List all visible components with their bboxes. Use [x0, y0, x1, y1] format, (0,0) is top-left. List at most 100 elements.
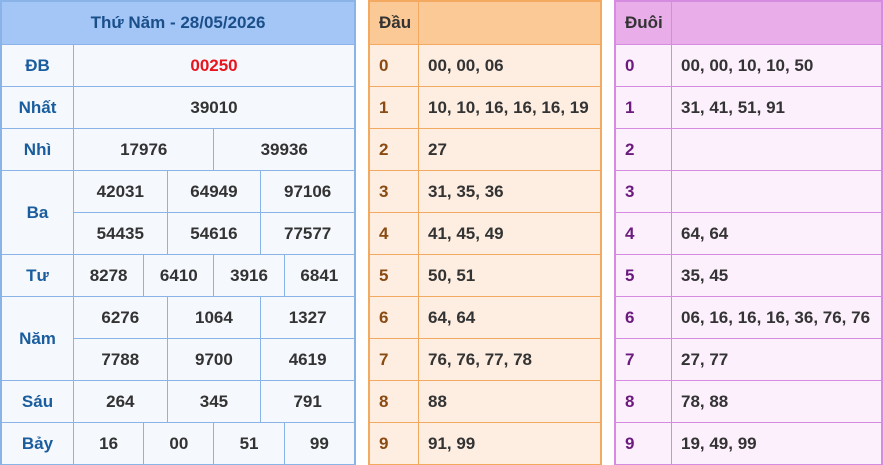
digit-cell: 1	[369, 86, 419, 129]
digit-cell: 9	[369, 422, 419, 465]
digit-cell: 2	[369, 128, 419, 171]
table-row: 2	[615, 128, 882, 171]
prize-label: Nhất	[1, 86, 74, 129]
table-row: 9 91, 99	[369, 422, 601, 465]
head-digit-table: Đầu 0 00, 00, 06 1 10, 10, 16, 16, 16, 19 …	[368, 0, 602, 465]
table-row: 7 76, 76, 77, 78	[369, 338, 601, 381]
prize-number: 3916	[213, 254, 285, 297]
table-row: 3	[615, 170, 882, 213]
prize-label: Năm	[1, 296, 74, 381]
numbers-cell: 50, 51	[418, 254, 601, 297]
table-row: 8 88	[369, 380, 601, 423]
digit-cell: 3	[369, 170, 419, 213]
results-title: Thứ Năm - 28/05/2026	[1, 1, 355, 45]
numbers-cell	[671, 170, 882, 213]
numbers-cell: 27	[418, 128, 601, 171]
numbers-cell: 35, 45	[671, 254, 882, 297]
digit-cell: 6	[369, 296, 419, 339]
prize-row-first: Nhất 39010	[1, 86, 355, 129]
numbers-cell	[671, 128, 882, 171]
head-header-blank	[418, 1, 601, 45]
numbers-cell: 31, 41, 51, 91	[671, 86, 882, 129]
prize-number: 791	[260, 380, 355, 423]
numbers-cell: 76, 76, 77, 78	[418, 338, 601, 381]
prize-number: 17976	[72, 128, 215, 171]
prize-number: 99	[283, 422, 356, 465]
table-row: 4 64, 64	[615, 212, 882, 255]
digit-cell: 2	[615, 128, 672, 171]
numbers-cell: 27, 77	[671, 338, 882, 381]
prize-label: Bảy	[1, 422, 74, 465]
digit-cell: 7	[615, 338, 672, 381]
prize-number: 16	[72, 422, 145, 465]
prize-row-seventh: Bảy 16 00 51 99	[1, 422, 356, 465]
table-row: 1 31, 41, 51, 91	[615, 86, 882, 129]
prize-row-fourth: Tư 8278 6410 3916 6841	[1, 254, 356, 297]
digit-cell: 5	[615, 254, 672, 297]
digit-cell: 1	[615, 86, 672, 129]
numbers-cell: 64, 64	[671, 212, 882, 255]
prize-number: 6276	[73, 296, 168, 339]
table-row: 0 00, 00, 06	[369, 44, 601, 87]
prize-number: 6841	[283, 254, 356, 297]
prize-label: Nhì	[1, 128, 74, 171]
tail-digit-table: Đuôi 0 00, 00, 10, 10, 50 1 31, 41, 51, 91…	[614, 0, 883, 465]
prize-number: 1327	[260, 296, 355, 339]
prize-label: ĐB	[1, 44, 74, 87]
numbers-cell: 10, 10, 16, 16, 16, 19	[418, 86, 601, 129]
digit-cell: 8	[615, 380, 672, 423]
table-row: 0 00, 00, 10, 10, 50	[615, 44, 882, 87]
prize-number: 00250	[73, 44, 355, 87]
prize-number: 97106	[260, 170, 355, 213]
table-row: 5 50, 51	[369, 254, 601, 297]
prize-number: 39936	[213, 128, 355, 171]
digit-cell: 8	[369, 380, 419, 423]
prize-number: 8278	[72, 254, 145, 297]
prize-number: 6410	[143, 254, 215, 297]
prize-row-second: Nhì 17976 39936	[1, 128, 355, 171]
prize-number: 345	[166, 380, 262, 423]
numbers-cell: 06, 16, 16, 16, 36, 76, 76	[671, 296, 882, 339]
numbers-cell: 78, 88	[671, 380, 882, 423]
prize-row-fifth: Năm 6276 1064 1327	[1, 296, 355, 381]
numbers-cell: 19, 49, 99	[671, 422, 882, 465]
table-row: 3 31, 35, 36	[369, 170, 601, 213]
prize-number: 64949	[166, 170, 262, 213]
prize-number: 4619	[260, 338, 355, 381]
prize-number: 54616	[166, 212, 262, 255]
prize-number: 264	[73, 380, 168, 423]
numbers-cell: 91, 99	[418, 422, 601, 465]
tail-header: Đuôi	[615, 1, 672, 45]
prize-number: 9700	[166, 338, 262, 381]
digit-cell: 4	[615, 212, 672, 255]
digit-cell: 3	[615, 170, 672, 213]
prize-number: 39010	[73, 86, 355, 129]
digit-cell: 7	[369, 338, 419, 381]
table-row: 5 35, 45	[615, 254, 882, 297]
numbers-cell: 41, 45, 49	[418, 212, 601, 255]
digit-cell: 4	[369, 212, 419, 255]
digit-cell: 9	[615, 422, 672, 465]
digit-cell: 0	[369, 44, 419, 87]
table-row: 6 06, 16, 16, 16, 36, 76, 76	[615, 296, 882, 339]
table-row: 6 64, 64	[369, 296, 601, 339]
prize-row-sixth: Sáu 264 345 791	[1, 380, 355, 423]
table-row: 4 41, 45, 49	[369, 212, 601, 255]
numbers-cell: 00, 00, 06	[418, 44, 601, 87]
prize-label: Ba	[1, 170, 74, 255]
prize-number: 51	[213, 422, 285, 465]
digit-cell: 0	[615, 44, 672, 87]
prize-label: Sáu	[1, 380, 74, 423]
table-row: 7 27, 77	[615, 338, 882, 381]
numbers-cell: 00, 00, 10, 10, 50	[671, 44, 882, 87]
numbers-cell: 88	[418, 380, 601, 423]
digit-cell: 5	[369, 254, 419, 297]
table-row: 1 10, 10, 16, 16, 16, 19	[369, 86, 601, 129]
prize-label: Tư	[1, 254, 74, 297]
prize-number: 7788	[73, 338, 168, 381]
table-row: 2 27	[369, 128, 601, 171]
prize-number: 1064	[166, 296, 262, 339]
prize-row-third: Ba 42031 64949 97106	[1, 170, 355, 255]
digit-cell: 6	[615, 296, 672, 339]
table-row: 8 78, 88	[615, 380, 882, 423]
